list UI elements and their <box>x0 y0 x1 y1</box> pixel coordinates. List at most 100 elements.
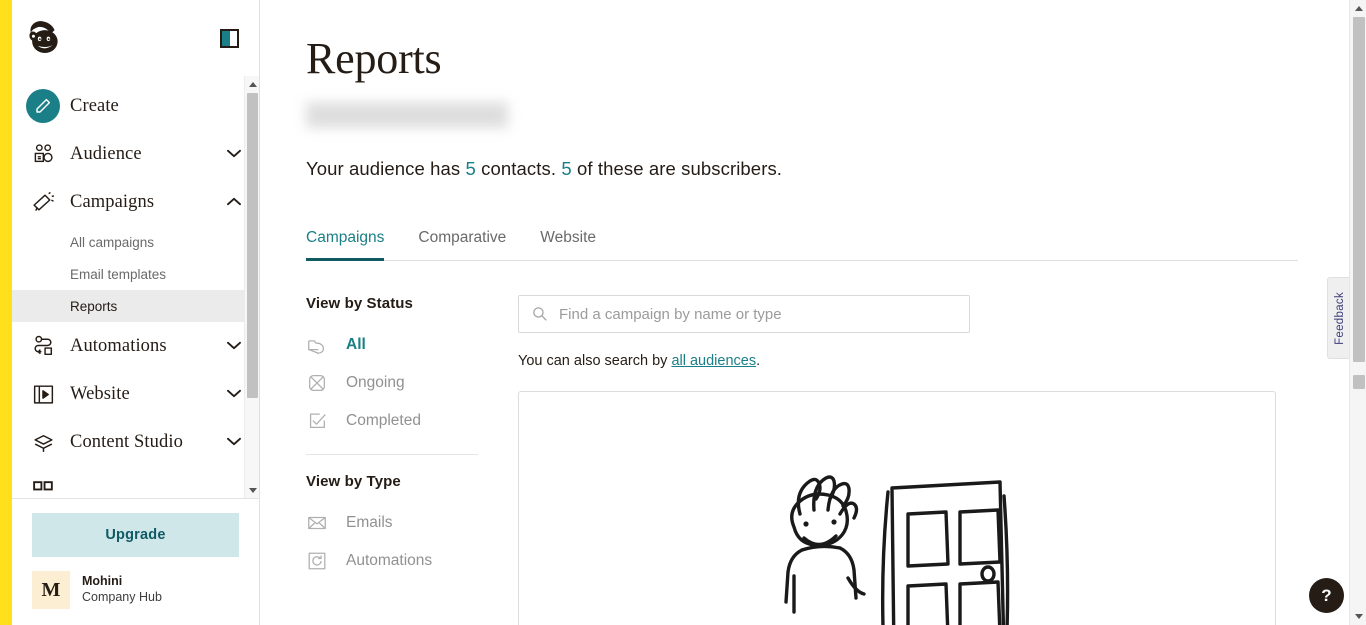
sidebar-item-website[interactable]: Website <box>12 370 259 418</box>
website-icon <box>26 382 60 407</box>
account-text: Mohini Company Hub <box>70 574 162 605</box>
app-root: Create Audience Campaigns All campaigns … <box>0 0 1366 625</box>
filter-label: Ongoing <box>346 374 405 392</box>
chevron-down-icon <box>227 145 243 163</box>
mailchimp-logo[interactable] <box>22 16 66 60</box>
sidebar-footer: Upgrade M Mohini Company Hub <box>12 499 259 625</box>
audience-summary-suffix: of these are subscribers. <box>571 158 783 180</box>
filter-status-all[interactable]: All <box>306 326 494 364</box>
brand-rail <box>0 0 12 625</box>
filter-status-completed[interactable]: Completed <box>306 402 494 440</box>
search-input[interactable] <box>518 295 970 334</box>
all-audiences-link[interactable]: all audiences <box>671 353 756 369</box>
sidebar-item-create[interactable]: Create <box>12 82 259 130</box>
filter-type-emails[interactable]: Emails <box>306 504 494 542</box>
upgrade-button[interactable]: Upgrade <box>32 513 239 557</box>
tab-website[interactable]: Website <box>540 229 596 261</box>
ongoing-icon <box>306 372 336 394</box>
filter-panel: View by Status All Ongoing Completed Vie… <box>306 295 518 625</box>
page-title: Reports <box>306 34 442 83</box>
avatar: M <box>32 571 70 609</box>
page-scroll-down-arrow-icon[interactable] <box>1350 608 1366 625</box>
sidebar-item-campaigns[interactable]: Campaigns <box>12 178 259 226</box>
help-button[interactable]: ? <box>1309 578 1344 613</box>
automation-loop-icon <box>306 550 336 572</box>
tab-comparative[interactable]: Comparative <box>418 229 506 261</box>
contacts-count: 5 <box>465 158 476 180</box>
filter-label: Completed <box>346 412 421 430</box>
audience-icon <box>26 142 60 167</box>
sidebar-subitem-label: Email templates <box>70 266 167 282</box>
scroll-up-arrow-icon[interactable] <box>245 76 259 92</box>
automations-icon <box>26 334 60 359</box>
view-by-type-heading: View by Type <box>306 473 401 491</box>
scroll-down-arrow-icon[interactable] <box>245 482 259 498</box>
empty-state-card <box>518 391 1276 625</box>
sidebar-header <box>12 0 259 76</box>
sidebar-subitem-all-campaigns[interactable]: All campaigns <box>12 226 259 258</box>
search-hint-prefix: You can also search by <box>518 353 672 370</box>
search-hint: You can also search by all audiences. <box>518 353 1306 369</box>
sidebar-subitem-label: All campaigns <box>70 234 155 250</box>
audience-summary-middle: contacts. <box>475 158 562 180</box>
sidebar-scrollbar-thumb[interactable] <box>247 93 258 398</box>
page-scrollbar-thumb-secondary[interactable] <box>1353 375 1365 389</box>
sidebar: Create Audience Campaigns All campaigns … <box>12 0 260 625</box>
view-by-status-heading: View by Status <box>306 295 413 313</box>
avatar-initial: M <box>41 578 61 601</box>
chevron-down-icon <box>227 337 243 355</box>
grid-icon <box>26 478 60 499</box>
filter-label: Automations <box>346 552 433 570</box>
sidebar-item-label <box>60 480 243 499</box>
report-tabs: Campaigns Comparative Website <box>306 228 1298 262</box>
sidebar-item-label: Content Studio <box>70 431 183 452</box>
page-scrollbar-thumb[interactable] <box>1353 17 1365 362</box>
sidebar-item-label: Audience <box>70 143 142 164</box>
sidebar-item-label: Create <box>70 95 119 116</box>
sidebar-scrollbar[interactable] <box>244 76 259 498</box>
results-column: You can also search by all audiences. <box>518 295 1306 625</box>
account-switcher[interactable]: M Mohini Company Hub <box>32 571 239 609</box>
redacted-audience-name <box>306 102 508 129</box>
megaphone-icon <box>26 190 60 215</box>
sidebar-subitem-reports[interactable]: Reports <box>12 290 259 322</box>
audience-summary-prefix: Your audience has <box>306 158 466 180</box>
sidebar-item-audience[interactable]: Audience <box>12 130 259 178</box>
filter-status-ongoing[interactable]: Ongoing <box>306 364 494 402</box>
sidebar-subitem-email-templates[interactable]: Email templates <box>12 258 259 290</box>
audience-summary: Your audience has 5 contacts. 5 of these… <box>306 158 1306 180</box>
account-subtitle: Company Hub <box>82 590 162 604</box>
sidebar-item-clipped[interactable] <box>12 466 259 499</box>
sidebar-nav: Create Audience Campaigns All campaigns … <box>12 76 259 499</box>
chevron-down-icon <box>227 433 243 451</box>
completed-check-icon <box>306 410 336 432</box>
main-content: Reports Your audience has 5 contacts. 5 … <box>260 0 1366 625</box>
subscribers-count: 5 <box>561 158 572 180</box>
help-label: ? <box>1321 585 1332 605</box>
sidebar-subitem-label: Reports <box>70 298 118 314</box>
account-name: Mohini <box>82 574 123 589</box>
sidebar-item-label: Automations <box>70 335 167 356</box>
sidebar-item-label: Website <box>70 383 130 404</box>
filter-type-automations[interactable]: Automations <box>306 542 494 580</box>
search-bar <box>518 295 970 334</box>
page-scroll-up-arrow-icon[interactable] <box>1350 0 1366 17</box>
tab-campaigns[interactable]: Campaigns <box>306 229 385 262</box>
sidebar-item-content-studio[interactable]: Content Studio <box>12 418 259 466</box>
pencil-icon <box>26 89 60 123</box>
search-icon <box>531 305 548 327</box>
filter-label: All <box>346 336 366 354</box>
feedback-label: Feedback <box>1334 291 1346 345</box>
content-studio-icon <box>26 430 60 455</box>
sidebar-collapse-toggle[interactable] <box>220 28 239 48</box>
filter-label: Emails <box>346 514 393 532</box>
person-beside-door-doodle <box>772 452 1022 625</box>
sidebar-item-label: Campaigns <box>70 191 155 212</box>
sidebar-item-automations[interactable]: Automations <box>12 322 259 370</box>
chevron-up-icon <box>227 193 243 211</box>
sidebar-scroll-region: Create Audience Campaigns All campaigns … <box>12 76 259 499</box>
search-hint-suffix: . <box>756 353 761 370</box>
page-scrollbar[interactable] <box>1349 0 1366 625</box>
filter-divider <box>306 454 478 456</box>
envelope-icon <box>306 512 336 534</box>
